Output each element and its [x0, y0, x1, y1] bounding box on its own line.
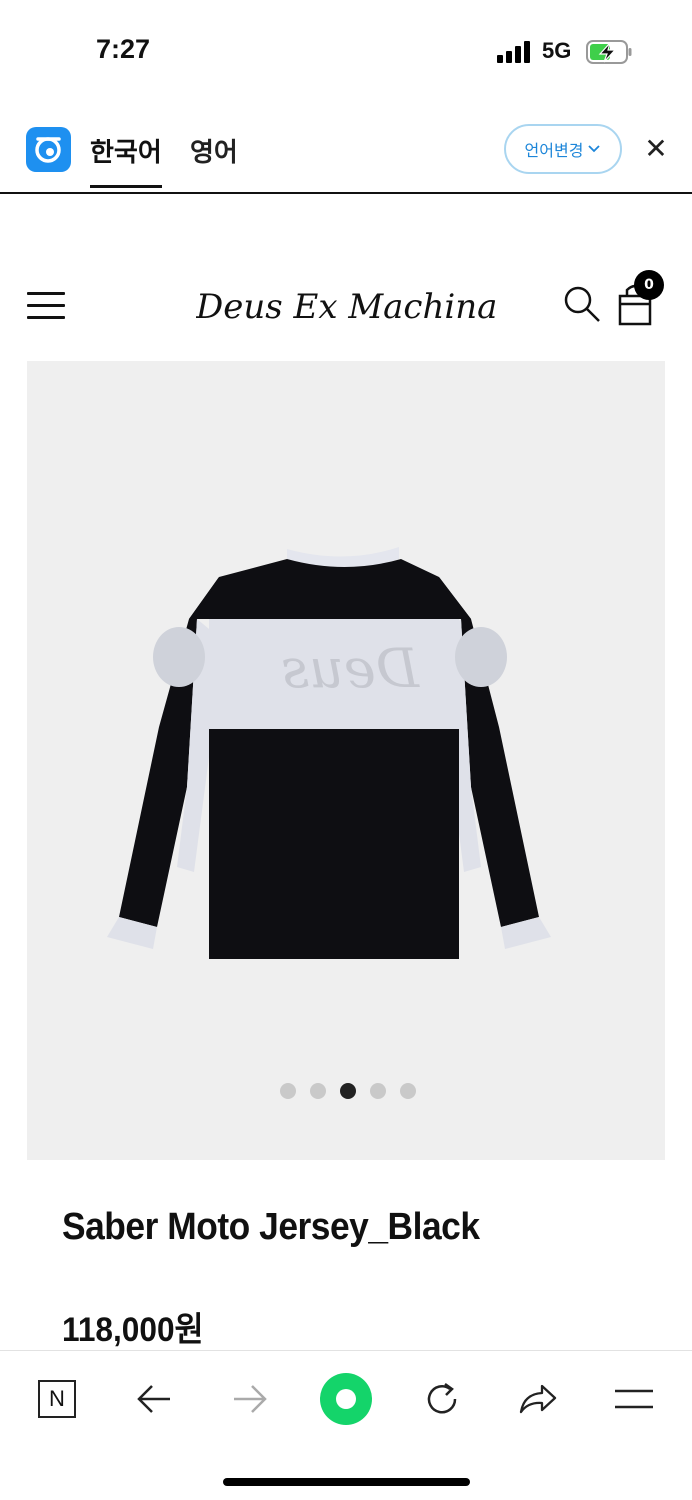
papago-icon[interactable] [26, 127, 71, 172]
reload-icon [427, 1382, 457, 1414]
naver-home-button[interactable]: N [29, 1371, 85, 1427]
green-dot-icon [320, 1373, 372, 1425]
pagination-dot[interactable] [280, 1083, 296, 1099]
svg-text:Deus Ex Machina®: Deus Ex Machina® [196, 287, 496, 327]
pagination-dot[interactable] [310, 1083, 326, 1099]
home-indicator[interactable] [223, 1478, 470, 1486]
back-arrow-icon [137, 1385, 170, 1413]
site-header: Deus Ex Machina® 0 [0, 262, 692, 352]
product-image: Deus [107, 547, 551, 959]
svg-text:Deus: Deus [281, 637, 420, 700]
green-dot-button[interactable] [318, 1371, 374, 1427]
search-icon[interactable] [562, 284, 602, 324]
back-button[interactable] [126, 1371, 182, 1427]
gallery-pagination [27, 1083, 665, 1099]
reload-button[interactable] [414, 1371, 470, 1427]
battery-icon [586, 40, 632, 64]
browser-toolbar: N [0, 1350, 692, 1500]
pagination-dot[interactable] [370, 1083, 386, 1099]
menu-icon[interactable] [27, 292, 65, 320]
hamburger-icon [615, 1389, 653, 1409]
status-time: 7:27 [96, 34, 151, 64]
forward-arrow-icon [234, 1385, 267, 1413]
product-title: Saber Moto Jersey_Black [62, 1206, 480, 1248]
forward-button[interactable] [222, 1371, 278, 1427]
close-icon[interactable]: ✕ [642, 134, 670, 164]
cart-count-badge: 0 [634, 270, 664, 300]
brand-logo[interactable]: Deus Ex Machina® [196, 280, 496, 332]
network-type: 5G [542, 38, 572, 63]
menu-button[interactable] [606, 1371, 662, 1427]
share-button[interactable] [510, 1371, 566, 1427]
translate-bar: 한국어 영어 언어변경 ✕ [0, 108, 692, 194]
language-change-button[interactable]: 언어변경 [504, 124, 622, 174]
chevron-down-icon [588, 145, 601, 153]
n-icon: N [38, 1380, 76, 1418]
pagination-dot[interactable] [400, 1083, 416, 1099]
tab-korean[interactable]: 한국어 [90, 132, 162, 188]
signal-icon [497, 41, 531, 63]
product-gallery[interactable]: Deus [27, 361, 665, 1160]
status-bar: 7:27 5G [0, 0, 692, 100]
product-price: 118,000원 [62, 1311, 204, 1349]
language-change-label: 언어변경 [524, 141, 584, 160]
tab-english[interactable]: 영어 [190, 132, 238, 185]
pagination-dot-active[interactable] [340, 1083, 356, 1099]
share-icon [519, 1384, 557, 1414]
